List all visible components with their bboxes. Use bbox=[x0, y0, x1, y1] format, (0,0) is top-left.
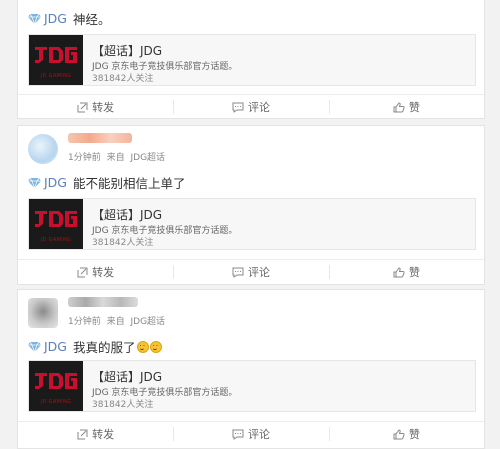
username-blurred[interactable] bbox=[68, 297, 138, 309]
action-bar: 转发 评论 赞 bbox=[18, 94, 484, 119]
post-card: 1分钟前 来自 JDG超话 JDG 我真的服了 JD GAMING 【超话】JD… bbox=[17, 289, 485, 449]
topic-followers: 381842人关注 bbox=[92, 400, 154, 410]
jdg-logo: JD GAMING bbox=[29, 35, 83, 85]
username-blurred[interactable] bbox=[68, 133, 132, 145]
diamond-icon bbox=[28, 177, 41, 188]
like-label: 赞 bbox=[408, 101, 420, 114]
topic-link[interactable]: JDG bbox=[44, 339, 67, 354]
post-source[interactable]: JDG超话 bbox=[131, 317, 166, 327]
like-button[interactable]: 赞 bbox=[328, 422, 484, 446]
thumbs-up-icon bbox=[393, 428, 405, 439]
repost-button[interactable]: 转发 bbox=[18, 95, 173, 119]
thumbs-up-icon bbox=[393, 266, 405, 277]
repost-button[interactable]: 转发 bbox=[18, 260, 173, 284]
smile-emoji-icon bbox=[149, 340, 162, 353]
post-meta: 1分钟前 来自 JDG超话 bbox=[68, 314, 168, 327]
post-card: JDG 神经。 JD GAMING 【超话】JDG JDG 京东电子竞技俱乐部官… bbox=[17, 0, 485, 119]
topic-title: 【超话】JDG bbox=[92, 370, 163, 384]
repost-icon bbox=[77, 102, 88, 112]
post-card: 1分钟前 来自 JDG超话 JDG 能不能别相信上单了 JD GAMING 【超… bbox=[17, 125, 485, 285]
diamond-icon bbox=[28, 341, 41, 352]
topic-link[interactable]: JDG bbox=[44, 11, 67, 26]
repost-label: 转发 bbox=[92, 101, 115, 114]
comment-label: 评论 bbox=[247, 101, 270, 114]
topic-title: 【超话】JDG bbox=[92, 208, 163, 222]
post-body: 能不能别相信上单了 bbox=[73, 176, 186, 191]
topic-followers: 381842人关注 bbox=[92, 74, 154, 84]
post-header: 1分钟前 来自 JDG超话 bbox=[18, 290, 484, 334]
comment-icon bbox=[232, 267, 244, 278]
topic-followers: 381842人关注 bbox=[92, 238, 154, 248]
jdg-logo-mark bbox=[35, 211, 77, 227]
post-text: JDG 我真的服了 bbox=[28, 337, 162, 356]
avatar[interactable] bbox=[28, 298, 58, 328]
post-source[interactable]: JDG超话 bbox=[131, 153, 166, 163]
comment-button[interactable]: 评论 bbox=[173, 260, 328, 284]
action-bar: 转发 评论 赞 bbox=[18, 421, 484, 446]
jdg-logo-mark bbox=[35, 47, 77, 63]
comment-button[interactable]: 评论 bbox=[173, 95, 328, 119]
post-text: JDG 能不能别相信上单了 bbox=[28, 173, 186, 192]
jdg-logo: JD GAMING bbox=[29, 199, 83, 249]
comment-icon bbox=[232, 429, 244, 440]
topic-card[interactable]: JD GAMING 【超话】JDG JDG 京东电子竞技俱乐部官方话题。 381… bbox=[28, 34, 476, 86]
thumbs-up-icon bbox=[393, 101, 405, 112]
diamond-icon bbox=[28, 13, 41, 24]
repost-icon bbox=[77, 429, 88, 439]
post-time: 1分钟前 bbox=[68, 317, 101, 327]
comment-icon bbox=[232, 102, 244, 113]
repost-label: 转发 bbox=[92, 266, 115, 279]
post-meta: 1分钟前 来自 JDG超话 bbox=[68, 150, 168, 163]
comment-button[interactable]: 评论 bbox=[173, 422, 328, 446]
topic-card[interactable]: JD GAMING 【超话】JDG JDG 京东电子竞技俱乐部官方话题。 381… bbox=[28, 360, 476, 412]
post-header: 1分钟前 来自 JDG超话 bbox=[18, 126, 484, 170]
post-time: 1分钟前 bbox=[68, 153, 101, 163]
like-button[interactable]: 赞 bbox=[328, 260, 484, 284]
repost-button[interactable]: 转发 bbox=[18, 422, 173, 446]
jdg-logo: JD GAMING bbox=[29, 361, 83, 411]
like-label: 赞 bbox=[408, 266, 420, 279]
smile-emoji-icon bbox=[136, 340, 149, 353]
post-body: 我真的服了 bbox=[73, 340, 136, 355]
post-from: 来自 bbox=[106, 317, 125, 327]
logo-text: JD GAMING bbox=[40, 237, 72, 243]
avatar[interactable] bbox=[28, 134, 58, 164]
topic-card[interactable]: JD GAMING 【超话】JDG JDG 京东电子竞技俱乐部官方话题。 381… bbox=[28, 198, 476, 250]
repost-icon bbox=[77, 267, 88, 277]
comment-label: 评论 bbox=[247, 266, 270, 279]
topic-link[interactable]: JDG bbox=[44, 175, 67, 190]
post-from: 来自 bbox=[106, 153, 125, 163]
logo-text: JD GAMING bbox=[40, 399, 72, 405]
action-bar: 转发 评论 赞 bbox=[18, 259, 484, 284]
like-button[interactable]: 赞 bbox=[328, 95, 484, 119]
topic-title: 【超话】JDG bbox=[92, 44, 163, 58]
post-text: JDG 神经。 bbox=[28, 9, 111, 28]
logo-text: JD GAMING bbox=[40, 73, 72, 79]
jdg-logo-mark bbox=[35, 373, 77, 389]
post-body: 神经。 bbox=[73, 12, 111, 27]
